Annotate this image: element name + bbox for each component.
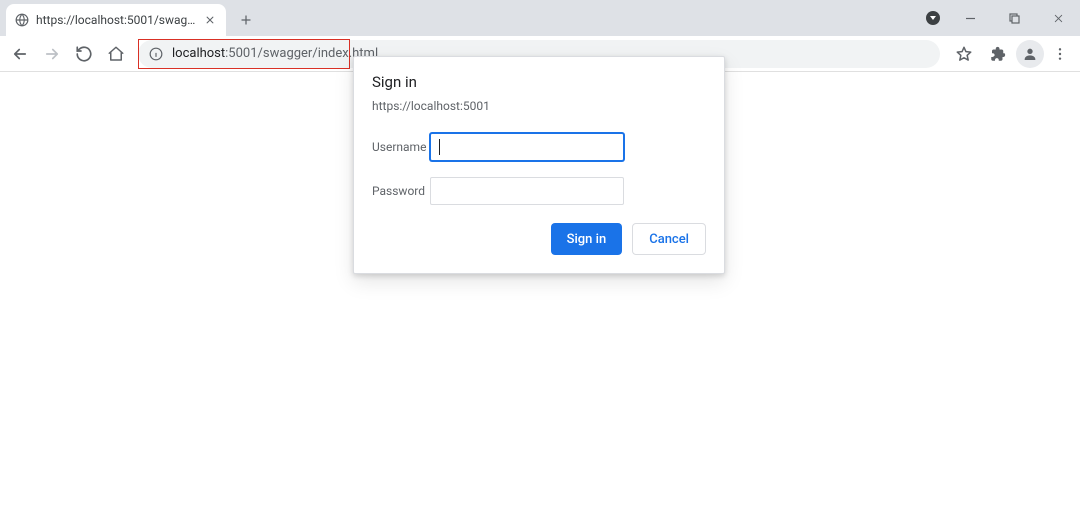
new-tab-button[interactable] — [232, 6, 260, 34]
reload-button[interactable] — [70, 40, 98, 68]
dialog-title: Sign in — [372, 73, 706, 91]
close-icon[interactable] — [202, 12, 218, 28]
text-caret — [439, 139, 440, 155]
cancel-button[interactable]: Cancel — [632, 223, 706, 255]
bookmark-star-button[interactable] — [948, 40, 980, 68]
dialog-origin: https://localhost:5001 — [372, 99, 706, 113]
username-input[interactable] — [430, 133, 624, 161]
url-host: localhost — [172, 46, 225, 61]
window-close-button[interactable] — [1036, 3, 1080, 33]
username-row: Username — [372, 133, 706, 161]
update-badge[interactable] — [926, 11, 940, 25]
forward-button[interactable] — [38, 40, 66, 68]
password-input[interactable] — [430, 177, 624, 205]
more-menu-button[interactable] — [1046, 40, 1074, 68]
auth-dialog: Sign in https://localhost:5001 Username … — [353, 56, 725, 274]
minimize-button[interactable] — [948, 3, 992, 33]
extensions-button[interactable] — [982, 40, 1014, 68]
dialog-actions: Sign in Cancel — [372, 223, 706, 255]
globe-icon — [14, 12, 30, 28]
profile-avatar-button[interactable] — [1016, 40, 1044, 68]
password-row: Password — [372, 177, 706, 205]
username-label: Username — [372, 140, 430, 154]
url-text: localhost:5001/swagger/index.html — [172, 46, 378, 61]
browser-tab[interactable]: https://localhost:5001/swagger/ — [6, 4, 226, 36]
signin-button[interactable]: Sign in — [551, 223, 623, 255]
home-button[interactable] — [102, 40, 130, 68]
tab-strip: https://localhost:5001/swagger/ — [0, 0, 1080, 36]
maximize-button[interactable] — [992, 3, 1036, 33]
tab-title: https://localhost:5001/swagger/ — [36, 13, 196, 27]
window-controls — [926, 0, 1080, 36]
back-button[interactable] — [6, 40, 34, 68]
toolbar-right — [948, 40, 1074, 68]
info-icon[interactable] — [148, 47, 164, 61]
password-label: Password — [372, 184, 430, 198]
